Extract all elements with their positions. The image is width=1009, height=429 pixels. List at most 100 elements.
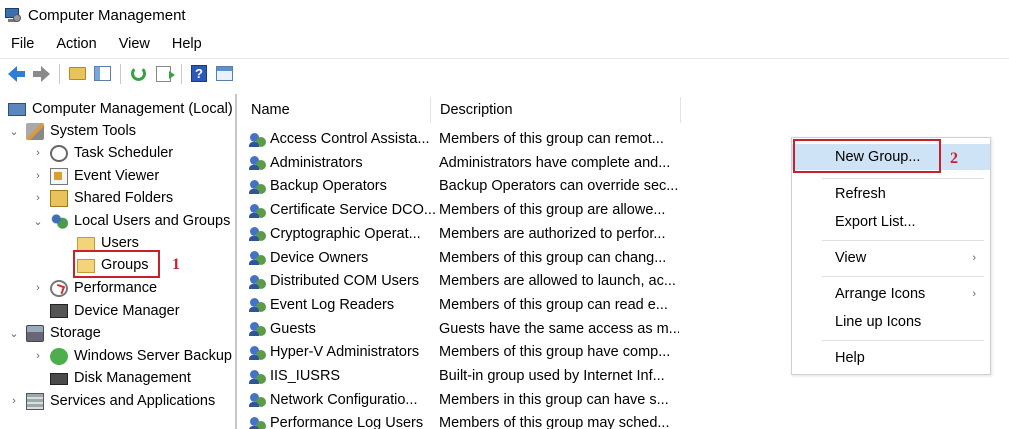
menu-view[interactable]: View bbox=[108, 36, 161, 52]
group-name: Network Configuratio... bbox=[270, 391, 418, 408]
table-row[interactable]: Guests Guests have the same access as m..… bbox=[242, 317, 679, 341]
submenu-arrow-icon: › bbox=[972, 288, 976, 300]
menu-separator bbox=[822, 240, 984, 241]
tree-item-system-tools[interactable]: ⌄ System Tools bbox=[8, 120, 136, 142]
menu-item-arrange-icons[interactable]: Arrange Icons › bbox=[792, 281, 990, 307]
group-description: Members are allowed to launch, ac... bbox=[439, 273, 676, 290]
table-row[interactable]: IIS_IUSRS Built-in group used by Internet… bbox=[242, 364, 665, 388]
folder-up-icon[interactable] bbox=[66, 63, 88, 85]
menu-action[interactable]: Action bbox=[45, 36, 107, 52]
menu-item-label: Refresh bbox=[835, 186, 886, 202]
column-header-name[interactable]: Name bbox=[242, 97, 431, 123]
tree-item-event-viewer[interactable]: › Event Viewer bbox=[32, 165, 159, 187]
refresh-icon[interactable] bbox=[127, 63, 149, 85]
group-name: Performance Log Users bbox=[270, 415, 424, 429]
tree-item-shared-folders[interactable]: › Shared Folders bbox=[32, 187, 173, 209]
tree-item-label: Performance bbox=[74, 280, 158, 296]
table-row[interactable]: Certificate Service DCO... Members of thi… bbox=[242, 198, 665, 222]
table-row[interactable]: Event Log Readers Members of this group c… bbox=[242, 293, 668, 317]
chevron-right-icon[interactable]: › bbox=[32, 282, 44, 294]
menu-item-view[interactable]: View › bbox=[792, 245, 990, 271]
menu-separator bbox=[822, 340, 984, 341]
disk-icon bbox=[50, 373, 68, 385]
menu-item-refresh[interactable]: Refresh bbox=[792, 181, 990, 207]
chevron-right-icon[interactable]: › bbox=[32, 192, 44, 204]
tree-item-label: Local Users and Groups bbox=[74, 213, 231, 229]
show-hide-tree-icon[interactable] bbox=[91, 63, 113, 85]
menu-item-export-list[interactable]: Export List... bbox=[792, 209, 990, 235]
table-row[interactable]: Performance Log Users Members of this gro… bbox=[242, 411, 670, 429]
menu-item-label: Export List... bbox=[835, 214, 916, 230]
tree-item-performance[interactable]: › Performance bbox=[32, 277, 157, 299]
chevron-right-icon[interactable]: › bbox=[32, 350, 44, 362]
tree-item-label: Windows Server Backup bbox=[74, 348, 232, 364]
group-name: IIS_IUSRS bbox=[270, 368, 341, 384]
annotation-step-2: 2 bbox=[950, 150, 958, 167]
menu-item-label: Help bbox=[835, 350, 865, 366]
group-name: Guests bbox=[270, 320, 316, 337]
menu-file[interactable]: File bbox=[0, 36, 45, 52]
chevron-down-icon[interactable]: ⌄ bbox=[8, 327, 20, 340]
tools-icon bbox=[26, 122, 44, 140]
users-icon bbox=[50, 212, 68, 230]
group-name: Backup Operators bbox=[270, 178, 387, 195]
tree-item-disk-management[interactable]: Disk Management bbox=[50, 367, 191, 389]
menu-item-line-up-icons[interactable]: Line up Icons bbox=[792, 309, 990, 335]
chevron-right-icon[interactable]: › bbox=[32, 170, 44, 182]
group-description: Members of this group can chang... bbox=[439, 249, 667, 266]
tree-item-task-scheduler[interactable]: › Task Scheduler bbox=[32, 142, 173, 164]
group-description: Guests have the same access as m... bbox=[439, 320, 679, 337]
group-icon bbox=[249, 225, 267, 242]
table-row[interactable]: Administrators Administrators have comple… bbox=[242, 151, 670, 175]
table-row[interactable]: Device Owners Members of this group can c… bbox=[242, 246, 666, 270]
action-pane-icon[interactable] bbox=[213, 63, 235, 85]
group-description: Members of this group are allowe... bbox=[439, 202, 666, 219]
help-icon[interactable]: ? bbox=[188, 63, 210, 85]
tree-item-label: Storage bbox=[50, 325, 101, 341]
group-description: Administrators have complete and... bbox=[439, 154, 671, 171]
menu-item-help[interactable]: Help bbox=[792, 345, 990, 371]
group-description: Built-in group used by Internet Inf... bbox=[439, 368, 665, 384]
tree-item-services-and-applications[interactable]: › Services and Applications bbox=[8, 390, 215, 412]
table-row[interactable]: Backup Operators Backup Operators can ove… bbox=[242, 174, 678, 198]
table-row[interactable]: Distributed COM Users Members are allowed… bbox=[242, 269, 676, 293]
window-title: Computer Management bbox=[28, 6, 186, 24]
table-row[interactable]: Network Configuratio... Members in this g… bbox=[242, 388, 669, 412]
tree-item-device-manager[interactable]: Device Manager bbox=[50, 300, 180, 322]
group-name: Certificate Service DCO... bbox=[270, 202, 436, 219]
group-icon bbox=[249, 391, 267, 408]
group-name: Hyper-V Administrators bbox=[270, 344, 420, 361]
group-description: Members of this group can remot... bbox=[439, 131, 664, 147]
group-description: Members of this group have comp... bbox=[439, 344, 671, 361]
menu-separator bbox=[822, 178, 984, 179]
tree-item-windows-server-backup[interactable]: › Windows Server Backup bbox=[32, 345, 232, 367]
export-list-icon[interactable] bbox=[152, 63, 175, 85]
tree-item-local-users-and-groups[interactable]: ⌄ Local Users and Groups bbox=[32, 210, 230, 232]
chevron-down-icon[interactable]: ⌄ bbox=[32, 215, 44, 228]
chevron-right-icon[interactable]: › bbox=[32, 147, 44, 159]
tree-item-label: Event Viewer bbox=[74, 168, 160, 184]
group-name: Access Control Assista... bbox=[270, 131, 430, 147]
tree-item-computer-management[interactable]: Computer Management (Local) bbox=[8, 98, 233, 120]
group-icon bbox=[249, 344, 267, 361]
toolbar-separator bbox=[181, 63, 182, 84]
column-header-description[interactable]: Description bbox=[431, 97, 681, 123]
menu-help[interactable]: Help bbox=[161, 36, 213, 52]
services-icon bbox=[26, 392, 44, 410]
toolbar: ? bbox=[0, 58, 1009, 88]
annotation-step-1: 1 bbox=[172, 256, 180, 273]
tree-item-storage[interactable]: ⌄ Storage bbox=[8, 322, 101, 344]
table-row[interactable]: Hyper-V Administrators Members of this gr… bbox=[242, 340, 670, 364]
table-row[interactable]: Access Control Assista... Members of this… bbox=[242, 127, 664, 151]
table-row[interactable]: Cryptographic Operat... Members are autho… bbox=[242, 222, 665, 246]
group-name: Event Log Readers bbox=[270, 296, 395, 313]
chevron-down-icon[interactable]: ⌄ bbox=[8, 125, 20, 138]
forward-arrow-icon[interactable] bbox=[30, 63, 52, 85]
submenu-arrow-icon: › bbox=[972, 252, 976, 264]
back-arrow-icon[interactable] bbox=[5, 63, 27, 85]
group-name: Cryptographic Operat... bbox=[270, 225, 421, 242]
chevron-right-icon[interactable]: › bbox=[8, 395, 20, 407]
group-icon bbox=[249, 415, 267, 429]
computer-management-icon bbox=[4, 7, 22, 23]
group-icon bbox=[249, 273, 267, 290]
